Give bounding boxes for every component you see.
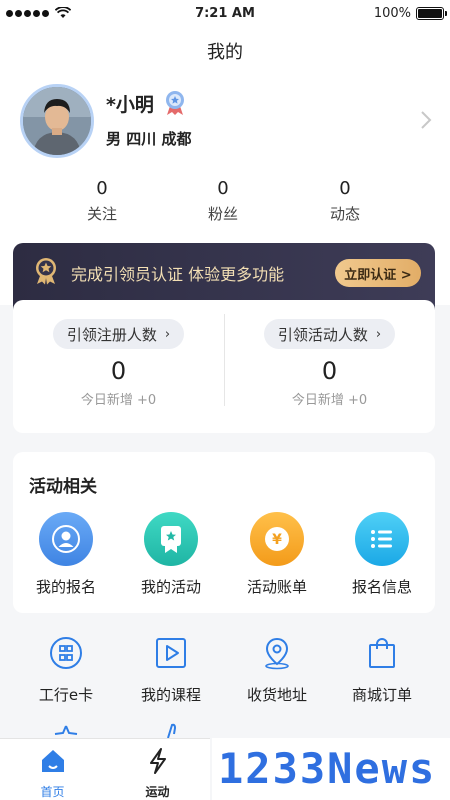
item-label: 我的活动 — [140, 578, 201, 596]
location-pin-icon — [265, 637, 289, 670]
activity-bill-item[interactable]: ¥ 活动账单 — [224, 512, 330, 597]
avatar-photo — [23, 87, 91, 155]
item-label: 收货地址 — [246, 686, 307, 704]
stat-posts[interactable]: 0 动态 — [285, 178, 405, 224]
home-icon — [41, 750, 64, 772]
shopping-bag-icon — [369, 638, 395, 668]
pill-label: 引领活动人数 — [277, 325, 368, 344]
tab-bar: 首页 运动 — [0, 738, 210, 800]
my-activities-item[interactable]: 我的活动 — [118, 512, 224, 597]
item-label: 商城订单 — [351, 686, 412, 704]
chevron-right-icon: › — [164, 326, 171, 342]
watermark-logo: 1233News — [212, 738, 450, 800]
stat-label: 关注 — [86, 205, 117, 223]
my-signups-item[interactable]: 我的报名 — [13, 512, 119, 597]
stat-value: 0 — [96, 178, 108, 199]
user-location: 男 四川 成都 — [106, 130, 192, 148]
play-icon — [156, 638, 186, 668]
tab-home[interactable]: 首页 — [0, 747, 105, 800]
stat-value: 0 — [339, 178, 351, 199]
shipping-address-item[interactable]: 收货地址 — [224, 636, 330, 705]
lightning-icon — [149, 748, 166, 774]
page-title: 我的 — [207, 42, 243, 63]
chevron-right-icon: › — [375, 326, 382, 342]
section-title: 活动相关 — [29, 477, 97, 497]
stat-fans[interactable]: 0 粉丝 — [163, 178, 283, 224]
battery-area: 100% — [373, 6, 447, 21]
profile-page: 7:21 AM 100% 我的 *小明 男 四川 成都 0 关注 0 粉丝 0 … — [0, 0, 450, 800]
tab-label: 首页 — [40, 785, 65, 799]
user-icon — [39, 512, 93, 566]
list-icon — [355, 512, 409, 566]
verified-medal-icon — [166, 91, 184, 115]
banner-text: 完成引领员认证 体验更多功能 — [71, 265, 285, 284]
certify-now-button[interactable]: 立即认证 > — [335, 259, 421, 287]
my-courses-item[interactable]: 我的课程 — [118, 636, 224, 705]
activity-card: 活动相关 我的报名 我的活动 ¥ 活动账单 报名信息 — [13, 452, 435, 613]
referral-register: 引领注册人数 › 0 今日新增 +0 — [13, 300, 224, 433]
referral-today: 今日新增 +0 — [80, 393, 157, 408]
referral-register-button[interactable]: 引领注册人数 › — [52, 319, 185, 349]
battery-icon — [416, 7, 447, 20]
stat-follow[interactable]: 0 关注 — [42, 178, 162, 224]
tab-label: 运动 — [145, 785, 170, 799]
icbc-ecard-item[interactable]: 工行e卡 — [13, 636, 119, 705]
svg-text:¥: ¥ — [272, 532, 282, 548]
referral-activity-button[interactable]: 引领活动人数 › — [263, 319, 396, 349]
stat-value: 0 — [217, 178, 229, 199]
chevron-right-icon[interactable] — [420, 110, 432, 130]
referral-activity: 引领活动人数 › 0 今日新增 +0 — [224, 300, 435, 433]
item-label: 活动账单 — [246, 578, 307, 596]
pill-label: 引领注册人数 — [66, 325, 157, 344]
status-bar: 7:21 AM 100% — [0, 0, 450, 28]
stat-label: 粉丝 — [207, 205, 238, 223]
item-label: 我的报名 — [35, 578, 96, 596]
referral-stats-card: 引领注册人数 › 0 今日新增 +0 引领活动人数 › 0 今日新增 +0 — [13, 300, 435, 433]
referral-today: 今日新增 +0 — [291, 393, 368, 408]
avatar[interactable] — [20, 84, 94, 158]
referral-value: 0 — [321, 357, 338, 385]
badge-icon — [144, 512, 198, 566]
star-badge-icon — [36, 258, 56, 285]
yen-icon: ¥ — [250, 512, 304, 566]
tab-sport[interactable]: 运动 — [105, 747, 210, 800]
signup-info-item[interactable]: 报名信息 — [329, 512, 435, 597]
stat-label: 动态 — [329, 205, 360, 223]
battery-percent: 100% — [373, 6, 411, 21]
item-label: 工行e卡 — [38, 686, 94, 704]
item-label: 报名信息 — [351, 578, 412, 596]
user-name: *小明 — [106, 94, 154, 116]
referral-value: 0 — [110, 357, 127, 385]
mall-orders-item[interactable]: 商城订单 — [329, 636, 435, 705]
item-label: 我的课程 — [140, 686, 201, 704]
card-icon — [50, 637, 82, 669]
